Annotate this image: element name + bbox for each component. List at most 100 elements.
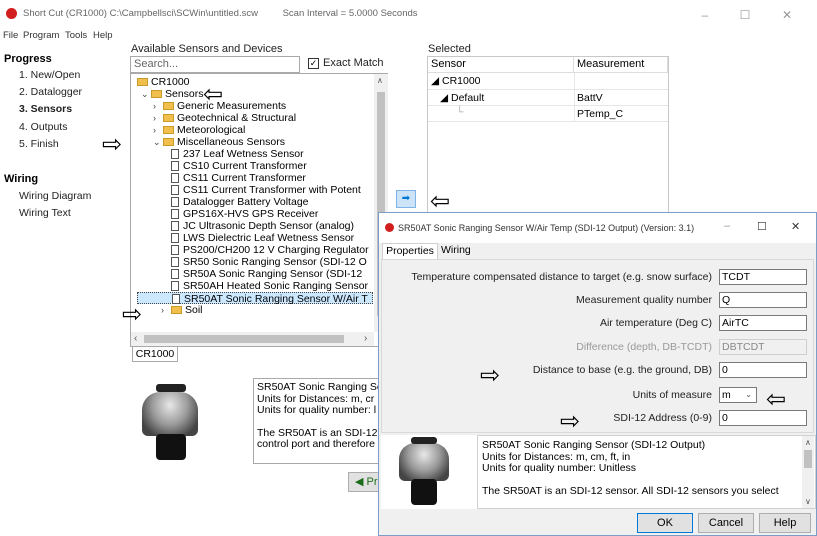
chevron-right-icon[interactable]: › — [153, 100, 163, 112]
chevron-down-icon[interactable]: ⌄ — [745, 388, 752, 402]
tree-item[interactable]: LWS Dielectric Leaf Wetness Sensor — [137, 232, 373, 244]
chevron-right-icon[interactable]: › — [153, 112, 163, 124]
tree-item[interactable]: Datalogger Battery Voltage — [137, 196, 373, 208]
dialog-app-icon — [385, 223, 394, 232]
tab-properties[interactable]: Properties — [382, 243, 438, 259]
units-dropdown[interactable]: m ⌄ — [719, 387, 757, 403]
distance-base-field[interactable]: 0 — [719, 362, 807, 378]
tree-item[interactable]: CR1000 — [137, 76, 373, 88]
chevron-right-icon[interactable]: › — [161, 304, 171, 316]
close-button[interactable]: ✕ — [772, 6, 802, 24]
sensors-heading: Available Sensors and Devices — [131, 43, 282, 55]
window-title-text: Short Cut (CR1000) C:\Campbellsci\SCWin\… — [23, 8, 258, 19]
annotation-arrow-right: ⇨ — [560, 410, 580, 434]
sensor-tree-list: CR1000⌄Sensors›Generic Measurements›Geot… — [137, 76, 373, 316]
document-icon — [171, 221, 179, 231]
dialog-close-button[interactable]: ✕ — [791, 220, 800, 233]
tab-cr1000[interactable]: CR1000 — [132, 347, 178, 362]
nav-finish[interactable]: 5. Finish — [19, 138, 59, 150]
scroll-left-icon[interactable]: ‹ — [134, 333, 137, 344]
tree-item[interactable]: SR50A Sonic Ranging Sensor (SDI-12 — [137, 268, 373, 280]
search-input[interactable]: Search... — [130, 56, 300, 73]
tree-item[interactable]: CS10 Current Transformer — [137, 160, 373, 172]
tree-item-label: Geotechnical & Structural — [177, 112, 296, 124]
sensor-properties-dialog: SR50AT Sonic Ranging Sensor W/Air Temp (… — [378, 212, 817, 536]
tree-item-label: Sensors — [165, 88, 204, 100]
ok-button[interactable]: OK — [637, 513, 693, 533]
tree-item[interactable]: › Soil — [137, 304, 373, 316]
field-label-tcdt: Temperature compensated distance to targ… — [411, 271, 712, 283]
nav-datalogger[interactable]: 2. Datalogger — [19, 86, 82, 98]
tab-wiring[interactable]: Wiring — [441, 244, 471, 256]
tree-item[interactable]: PS200/CH200 12 V Charging Regulator — [137, 244, 373, 256]
menu-program[interactable]: Program — [23, 30, 59, 41]
nav-wiring-text[interactable]: Wiring Text — [19, 207, 71, 219]
dialog-maximize-button[interactable]: ☐ — [757, 220, 767, 233]
tree-item-label: CS11 Current Transformer with Potent — [183, 184, 361, 196]
dialog-title: SR50AT Sonic Ranging Sensor W/Air Temp (… — [398, 223, 694, 233]
scroll-up-icon[interactable]: ∧ — [805, 437, 811, 449]
nav-outputs[interactable]: 4. Outputs — [19, 121, 67, 133]
chevron-down-icon[interactable]: ⌄ — [153, 136, 163, 148]
window-title: Short Cut (CR1000) C:\Campbellsci\SCWin\… — [23, 8, 418, 19]
tree-item[interactable]: ›Generic Measurements — [137, 100, 373, 112]
description-line: SR50AT Sonic Ranging Sensor (SDI-12 Outp… — [482, 440, 811, 452]
row-measurement[interactable]: BattV — [577, 92, 603, 104]
nav-new-open[interactable]: 1. New/Open — [19, 69, 80, 81]
column-measurement[interactable]: Measurement — [574, 57, 668, 73]
scroll-up-icon[interactable]: ∧ — [377, 76, 383, 85]
dialog-sensor-image — [381, 435, 477, 509]
tree-item[interactable]: ›Meteorological — [137, 124, 373, 136]
tree-hscrollbar[interactable]: ‹ › — [131, 332, 374, 346]
document-icon — [172, 294, 180, 304]
table-row[interactable]: ◢ CR1000 — [431, 75, 481, 87]
folder-icon — [137, 78, 148, 86]
exact-match-checkbox[interactable]: ✓ — [308, 58, 319, 69]
tcdt-field[interactable]: TCDT — [719, 269, 807, 285]
minimize-button[interactable]: – — [690, 6, 720, 24]
quality-field[interactable]: Q — [719, 292, 807, 308]
annotation-arrow-left: ⇦ — [430, 190, 450, 214]
row-measurement[interactable]: PTemp_C — [577, 108, 623, 120]
tree-item[interactable]: SR50AT Sonic Ranging Sensor W/Air T — [137, 292, 373, 304]
nav-wiring-diagram[interactable]: Wiring Diagram — [19, 190, 91, 202]
table-row[interactable]: ◢ Default — [440, 92, 484, 104]
annotation-arrow-right: ⇨ — [480, 364, 500, 388]
tree-item[interactable]: CS11 Current Transformer — [137, 172, 373, 184]
hscroll-thumb[interactable] — [144, 335, 344, 343]
add-sensor-button[interactable]: ➡ — [396, 190, 416, 208]
tree-item-label: JC Ultrasonic Depth Sensor (analog) — [183, 220, 354, 232]
tree-item[interactable]: ⌄ Sensors — [137, 88, 373, 100]
tree-item[interactable]: JC Ultrasonic Depth Sensor (analog) — [137, 220, 373, 232]
menu-file[interactable]: File — [3, 30, 18, 41]
tree-item[interactable]: SR50AH Heated Sonic Ranging Sensor — [137, 280, 373, 292]
tree-item[interactable]: ⌄Miscellaneous Sensors — [137, 136, 373, 148]
help-button[interactable]: Help — [759, 513, 811, 533]
dialog-description: SR50AT Sonic Ranging Sensor (SDI-12 Outp… — [477, 435, 816, 509]
column-sensor[interactable]: Sensor — [428, 57, 574, 73]
tree-item-label: Soil — [185, 304, 203, 316]
scroll-down-icon[interactable]: ∨ — [805, 496, 811, 508]
air-temp-field[interactable]: AirTC — [719, 315, 807, 331]
tree-item[interactable]: SR50 Sonic Ranging Sensor (SDI-12 O — [137, 256, 373, 268]
scroll-right-icon[interactable]: › — [364, 333, 367, 344]
document-icon — [171, 233, 179, 243]
nav-sensors[interactable]: 3. Sensors — [19, 103, 72, 115]
tree-item[interactable]: GPS16X-HVS GPS Receiver — [137, 208, 373, 220]
description-scrollbar[interactable]: ∧ ∨ — [802, 436, 814, 508]
menu-help[interactable]: Help — [93, 30, 113, 41]
sdi12-address-field[interactable]: 0 — [719, 410, 807, 426]
dialog-minimize-button[interactable]: – — [724, 220, 730, 232]
cancel-button[interactable]: Cancel — [698, 513, 754, 533]
chevron-down-icon[interactable]: ⌄ — [141, 88, 151, 100]
tree-item[interactable]: › Geotechnical & Structural — [137, 112, 373, 124]
chevron-right-icon[interactable]: › — [153, 124, 163, 136]
maximize-button[interactable]: ☐ — [730, 6, 760, 24]
menu-tools[interactable]: Tools — [65, 30, 87, 41]
selected-heading: Selected — [428, 43, 471, 55]
tree-item-label: CS11 Current Transformer — [183, 172, 306, 184]
tree-item[interactable]: 237 Leaf Wetness Sensor — [137, 148, 373, 160]
document-icon — [171, 269, 179, 279]
tree-item[interactable]: CS11 Current Transformer with Potent — [137, 184, 373, 196]
scroll-thumb[interactable] — [804, 450, 812, 468]
